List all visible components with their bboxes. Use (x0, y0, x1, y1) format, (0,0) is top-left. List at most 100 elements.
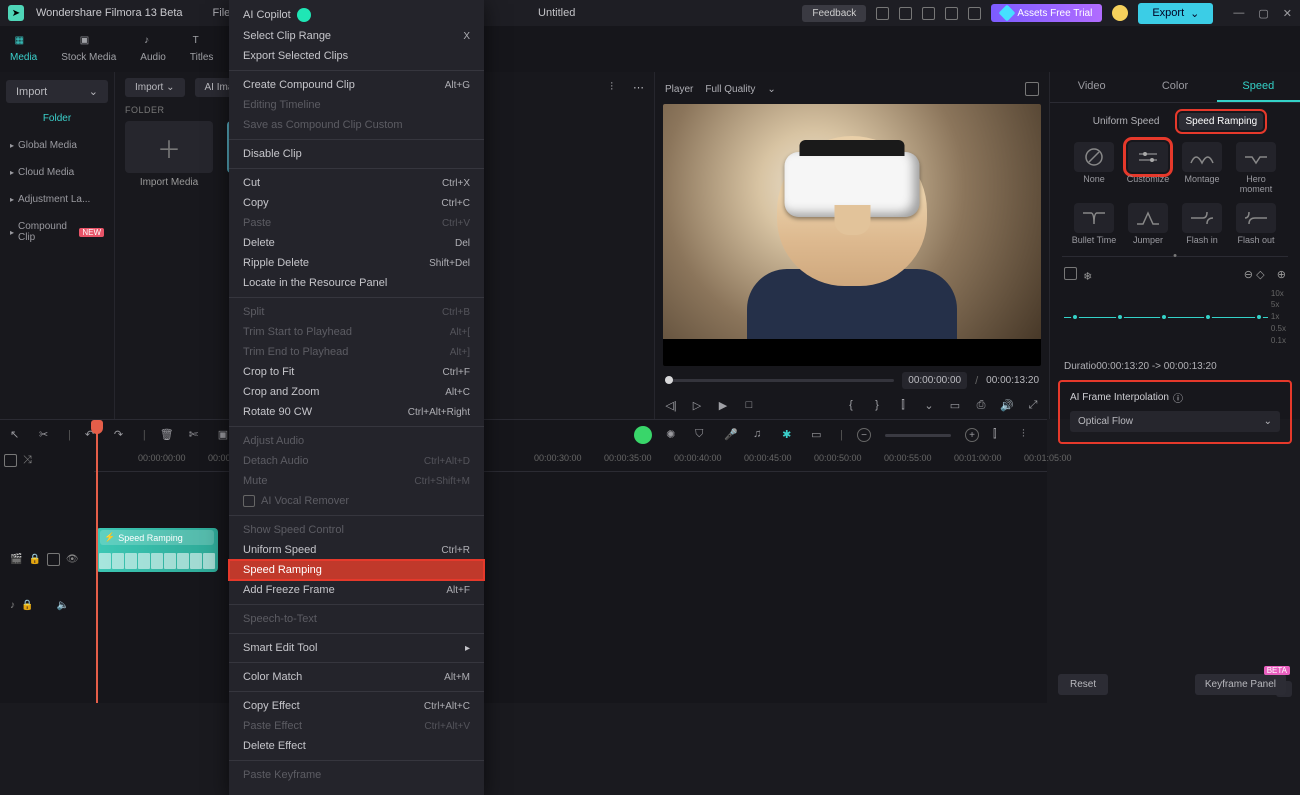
shield-icon[interactable]: ⛉ (695, 428, 710, 443)
sidebar-item-cloud-media[interactable]: ▸Cloud Media (6, 161, 108, 184)
context-item-disable-clip[interactable]: Disable Clip (229, 144, 484, 164)
subtab-uniform-speed[interactable]: Uniform Speed (1087, 113, 1166, 130)
reset-button[interactable]: Reset (1058, 674, 1108, 695)
timeline-clip[interactable]: ⚡Speed Ramping (96, 528, 218, 572)
context-item-ai-copilot[interactable]: AI Copilot (229, 4, 484, 26)
inspector-tab-speed[interactable]: Speed (1217, 72, 1300, 102)
grid-toggle-icon[interactable] (1064, 267, 1077, 280)
context-item-add-freeze-frame[interactable]: Add Freeze FrameAlt+F (229, 580, 484, 600)
audio-track-head[interactable]: ♪🔒 🔈 (4, 600, 90, 611)
context-item-export-selected-clips[interactable]: Export Selected Clips (229, 46, 484, 66)
marker-icon[interactable]: ✺ (666, 428, 681, 443)
eye-icon[interactable]: 👁 (66, 554, 79, 565)
video-track-head[interactable]: 🎬🔒👁 (4, 553, 90, 566)
context-item-select-clip-range[interactable]: Select Clip RangeX (229, 26, 484, 46)
ai-sparkle-icon[interactable]: ✱ (782, 428, 797, 443)
zoom-in-icon[interactable]: + (965, 428, 979, 442)
feedback-button[interactable]: Feedback (802, 5, 866, 22)
mark-in-icon[interactable]: { (843, 397, 859, 413)
context-item-delete[interactable]: DeleteDel (229, 233, 484, 253)
subtab-speed-ramping[interactable]: Speed Ramping (1179, 113, 1263, 130)
volume-icon[interactable]: 🔊 (999, 397, 1015, 413)
preset-customize[interactable]: Customize (1124, 142, 1172, 195)
zoom-out-icon[interactable]: − (857, 428, 871, 442)
preset-none[interactable]: None (1070, 142, 1118, 195)
fit-icon[interactable]: ⫿ (993, 428, 1008, 443)
menu-file[interactable]: File (213, 7, 231, 19)
blade-icon[interactable]: ✂ (39, 428, 54, 443)
zoom-slider[interactable] (885, 434, 951, 437)
assets-trial-button[interactable]: Assets Free Trial (991, 4, 1102, 22)
window-close-icon[interactable]: ✕ (1283, 7, 1292, 20)
info-icon[interactable]: ⓘ (1173, 390, 1183, 405)
delete-icon[interactable]: 🗑 (160, 428, 175, 443)
preset-flash-out[interactable]: Flash out (1232, 203, 1280, 246)
play-backward-icon[interactable]: ◁| (663, 397, 679, 413)
tab-titles[interactable]: TTitles (190, 35, 214, 63)
context-item-uniform-speed[interactable]: Uniform SpeedCtrl+R (229, 540, 484, 560)
tab-stock-media[interactable]: ▣Stock Media (61, 35, 116, 63)
preset-flash-in[interactable]: Flash in (1178, 203, 1226, 246)
ramp-keyframe[interactable] (1071, 313, 1079, 321)
ramp-keyframe[interactable] (1116, 313, 1124, 321)
context-item-crop-and-zoom[interactable]: Crop and ZoomAlt+C (229, 382, 484, 402)
ai-interp-select[interactable]: Optical Flow⌄ (1070, 411, 1280, 432)
add-key-icon[interactable]: ⊕ (1277, 269, 1286, 281)
lock-icon[interactable]: 🔒 (21, 600, 33, 611)
music-icon[interactable]: ♫ (753, 428, 768, 443)
filter-icon[interactable]: ⫶ (610, 81, 613, 94)
mic-icon[interactable]: 🎤 (724, 428, 739, 443)
sidebar-item-compound-clip[interactable]: ▸Compound ClipNEW (6, 215, 108, 249)
folder-tab[interactable]: Folder (6, 107, 108, 130)
inspector-tab-color[interactable]: Color (1133, 72, 1216, 102)
theme-toggle-icon[interactable] (1112, 5, 1128, 21)
monitor-icon[interactable] (876, 7, 889, 20)
window-minimize-icon[interactable]: — (1233, 7, 1244, 20)
ramp-keyframe[interactable] (1204, 313, 1212, 321)
stop-icon[interactable]: □ (741, 397, 757, 413)
import-dropdown-2[interactable]: Import ⌄ (125, 78, 185, 97)
context-item-delete-effect[interactable]: Delete Effect (229, 736, 484, 756)
sidebar-item-global-media[interactable]: ▸Global Media (6, 134, 108, 157)
ramp-keyframe[interactable] (1255, 313, 1263, 321)
preview-viewport[interactable] (663, 104, 1041, 366)
camera-icon[interactable]: ⎙ (973, 397, 989, 413)
context-item-smart-edit-tool[interactable]: Smart Edit Tool▸ (229, 638, 484, 658)
import-media-tile[interactable]: ＋ Import Media (125, 121, 213, 188)
mute-icon[interactable] (47, 553, 60, 566)
quality-dropdown[interactable]: Full Quality⌄ (705, 84, 775, 95)
pointer-icon[interactable]: ↖ (10, 428, 25, 443)
play-icon[interactable]: ▶ (715, 397, 731, 413)
window-maximize-icon[interactable]: ▢ (1258, 7, 1268, 20)
record-icon[interactable] (634, 426, 652, 444)
timeline-settings-icon[interactable]: ⫶ (1022, 428, 1037, 443)
fullscreen-icon[interactable]: ⤢ (1025, 397, 1041, 413)
preset-hero-moment[interactable]: Hero moment (1232, 142, 1280, 195)
snapshot-icon[interactable] (1025, 82, 1039, 96)
more-icon[interactable]: ⋯ (633, 81, 644, 94)
scrub-handle[interactable] (665, 376, 673, 384)
display-icon[interactable]: ▭ (947, 397, 963, 413)
track-row-switch[interactable]: ⤨ (4, 454, 36, 467)
context-item-locate-in-the-resource-panel[interactable]: Locate in the Resource Panel (229, 273, 484, 293)
tab-media[interactable]: ▦Media (10, 35, 37, 63)
context-item-color-match[interactable]: Color MatchAlt+M (229, 667, 484, 687)
mark-out-icon[interactable]: } (869, 397, 885, 413)
context-item-speed-ramping[interactable]: Speed Ramping (229, 560, 484, 580)
apps-icon[interactable] (968, 7, 981, 20)
context-item-cut[interactable]: CutCtrl+X (229, 173, 484, 193)
context-item-copy-effect[interactable]: Copy EffectCtrl+Alt+C (229, 696, 484, 716)
download-icon[interactable] (945, 7, 958, 20)
player-label[interactable]: Player (665, 84, 693, 95)
snowflake-icon[interactable]: ❄ (1083, 271, 1092, 283)
redo-icon[interactable]: ↷ (114, 428, 129, 443)
ratio-icon[interactable]: ⫿ (895, 397, 911, 413)
preset-montage[interactable]: Montage (1178, 142, 1226, 195)
context-item-copy[interactable]: CopyCtrl+C (229, 193, 484, 213)
keyframe-panel-button[interactable]: Keyframe PanelBETA (1195, 674, 1286, 695)
playhead[interactable] (96, 420, 98, 703)
context-item-create-compound-clip[interactable]: Create Compound ClipAlt+G (229, 75, 484, 95)
split-icon[interactable]: ✄ (189, 428, 204, 443)
scrub-track[interactable] (665, 379, 894, 382)
chevron-down-icon[interactable]: ⌄ (921, 397, 937, 413)
